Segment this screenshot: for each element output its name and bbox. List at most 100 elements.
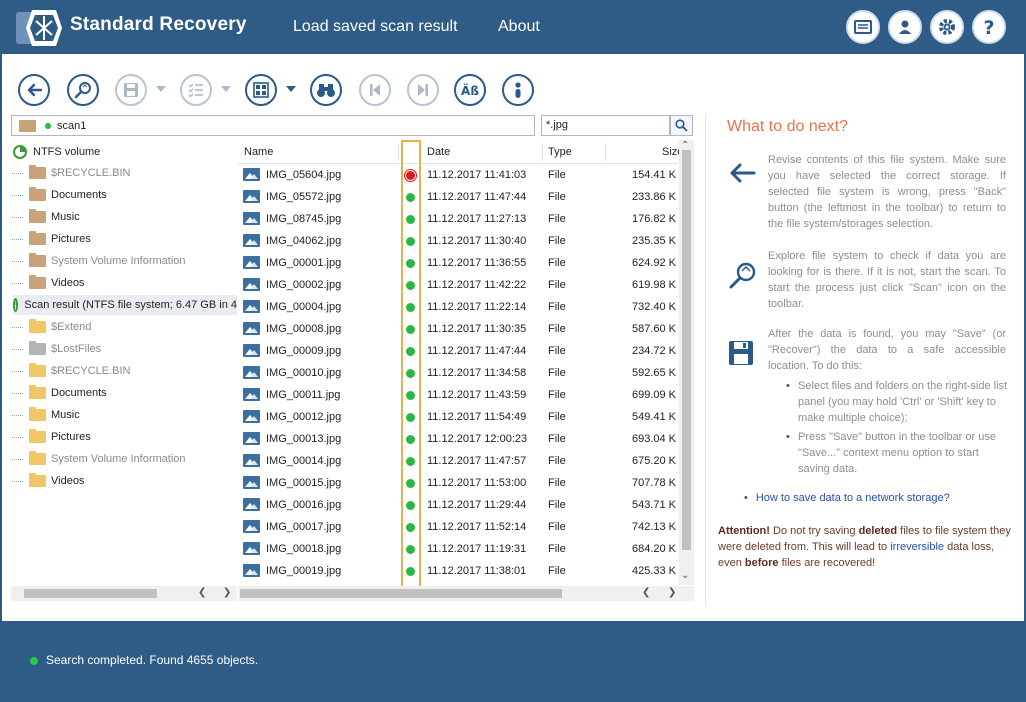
scroll-down-icon[interactable]: ⌄ <box>681 570 689 581</box>
select-button[interactable] <box>180 74 212 106</box>
tree-item-pictures-2[interactable]: Pictures <box>11 427 91 447</box>
tree-item-recycle-bin[interactable]: $RECYCLE.BIN <box>11 163 130 183</box>
scroll-right-icon[interactable]: ❯ <box>223 587 231 598</box>
column-separator[interactable] <box>605 143 606 161</box>
tree-horizontal-scrollbar[interactable]: ❮ ❯ <box>11 586 237 601</box>
view-button[interactable] <box>245 74 277 106</box>
table-row[interactable]: IMG_04062.jpg 11.12.2017 11:30:40 File 235.… <box>238 230 678 252</box>
user-button[interactable] <box>888 10 922 44</box>
recovery-status-icon <box>406 413 415 422</box>
file-list-horizontal-scrollbar[interactable]: ❮ ❯ <box>238 586 694 601</box>
table-row[interactable]: IMG_00009.jpg 11.12.2017 11:47:44 File 234.… <box>238 340 678 362</box>
table-row[interactable]: IMG_08745.jpg 11.12.2017 11:27:13 File 176.… <box>238 208 678 230</box>
previous-button[interactable] <box>359 74 391 106</box>
info-button[interactable] <box>502 74 534 106</box>
table-row[interactable]: IMG_00012.jpg 11.12.2017 11:54:49 File 549.… <box>238 406 678 428</box>
tree-item-music[interactable]: Music <box>11 207 80 227</box>
help-save-step: Press "Save" button in the toolbar or us… <box>786 429 1008 477</box>
tree-item-extend[interactable]: $Extend <box>11 317 91 337</box>
table-row[interactable]: IMG_00008.jpg 11.12.2017 11:30:35 File 587.… <box>238 318 678 340</box>
find-button[interactable] <box>310 74 342 106</box>
network-storage-link-text[interactable]: How to save data to a network storage? <box>756 492 950 504</box>
scroll-left-icon[interactable]: ❮ <box>198 587 206 598</box>
table-row[interactable]: IMG_00001.jpg 11.12.2017 11:36:55 File 624.… <box>238 252 678 274</box>
recovery-status-icon <box>406 457 415 466</box>
image-file-icon <box>243 256 260 269</box>
back-arrow-icon <box>730 163 756 183</box>
column-header-name[interactable]: Name <box>244 146 273 158</box>
tree-item-documents[interactable]: Documents <box>11 185 107 205</box>
scrollbar-thumb[interactable] <box>240 589 562 598</box>
table-row[interactable]: IMG_05572.jpg 11.12.2017 11:47:44 File 233.… <box>238 186 678 208</box>
tree-connector <box>11 437 23 438</box>
tree-connector <box>11 327 23 328</box>
nav-load-saved-scan[interactable]: Load saved scan result <box>293 18 458 36</box>
id-card-button[interactable] <box>846 10 880 44</box>
help-button[interactable]: ? <box>972 10 1006 44</box>
column-separator[interactable] <box>542 143 543 161</box>
column-header-date[interactable]: Date <box>427 146 450 158</box>
save-dropdown-caret[interactable] <box>156 86 166 92</box>
attention-link[interactable]: irreversible <box>890 541 944 553</box>
case-sensitive-button[interactable]: Äß <box>454 74 486 106</box>
scan-button[interactable] <box>67 74 99 106</box>
tree-item-videos-2[interactable]: Videos <box>11 471 84 491</box>
select-dropdown-caret[interactable] <box>221 86 231 92</box>
settings-button[interactable] <box>930 10 964 44</box>
scrollbar-thumb[interactable] <box>682 150 691 550</box>
panel-divider[interactable] <box>705 114 706 606</box>
tree-item-videos[interactable]: Videos <box>11 273 84 293</box>
file-type: File <box>548 345 566 357</box>
file-date: 11.12.2017 12:00:23 <box>427 433 528 445</box>
file-date: 11.12.2017 11:34:58 <box>427 367 527 379</box>
table-row[interactable]: IMG_00014.jpg 11.12.2017 11:47:57 File 675.… <box>238 450 678 472</box>
scroll-left-icon[interactable]: ❮ <box>642 587 650 598</box>
view-dropdown-caret[interactable] <box>286 86 296 92</box>
help-step-explore: Explore file system to check if data you… <box>768 250 1006 310</box>
recovery-status-icon <box>406 501 415 510</box>
tree-item-documents-2[interactable]: Documents <box>11 383 107 403</box>
tree-item-scan-result[interactable]: Scan result (NTFS file system; 6.47 GB i… <box>13 295 237 315</box>
table-row[interactable]: IMG_00018.jpg 11.12.2017 11:19:31 File 684.… <box>238 538 678 560</box>
save-button[interactable] <box>115 74 147 106</box>
table-row[interactable]: IMG_05604.jpg 11.12.2017 11:41:03 File 154.… <box>238 164 678 186</box>
tree-item-recycle-bin-2[interactable]: $RECYCLE.BIN <box>11 361 130 381</box>
tree-item-system-volume-info[interactable]: System Volume Information <box>11 251 186 271</box>
back-button[interactable] <box>18 74 50 106</box>
search-button[interactable] <box>670 115 693 136</box>
tree-item-ntfs-volume[interactable]: NTFS volume <box>13 142 100 162</box>
file-name: IMG_00010.jpg <box>266 367 342 379</box>
table-row[interactable]: IMG_00013.jpg 11.12.2017 12:00:23 File 693.… <box>238 428 678 450</box>
next-button[interactable] <box>407 74 439 106</box>
table-row[interactable]: IMG_00011.jpg 11.12.2017 11:43:59 File 699.… <box>238 384 678 406</box>
image-file-icon <box>243 168 260 181</box>
table-row[interactable]: IMG_00019.jpg 11.12.2017 11:38:01 File 425.… <box>238 560 678 582</box>
table-row[interactable]: IMG_00017.jpg 11.12.2017 11:52:14 File 742.… <box>238 516 678 538</box>
nav-about[interactable]: About <box>498 18 540 36</box>
folder-icon <box>29 341 46 355</box>
table-row[interactable]: IMG_00010.jpg 11.12.2017 11:34:58 File 592.… <box>238 362 678 384</box>
table-row[interactable]: IMG_00002.jpg 11.12.2017 11:42:22 File 619.… <box>238 274 678 296</box>
scrollbar-thumb[interactable] <box>24 589 157 598</box>
file-size: 587.60 K <box>631 323 676 335</box>
tree-item-lostfiles[interactable]: $LostFiles <box>11 339 101 359</box>
scroll-right-icon[interactable]: ❯ <box>668 587 676 598</box>
network-storage-link[interactable]: How to save data to a network storage? <box>744 492 950 504</box>
column-separator[interactable] <box>420 143 421 161</box>
file-list-vertical-scrollbar[interactable]: ⌃ ⌄ <box>679 140 694 585</box>
column-separator[interactable] <box>398 143 399 161</box>
tree-item-pictures[interactable]: Pictures <box>11 229 91 249</box>
column-header-type[interactable]: Type <box>548 146 572 158</box>
table-row[interactable]: IMG_00004.jpg 11.12.2017 11:22:14 File 732.… <box>238 296 678 318</box>
tree-item-music-2[interactable]: Music <box>11 405 80 425</box>
file-date: 11.12.2017 11:22:14 <box>427 301 527 313</box>
file-size: 592.65 K <box>631 367 676 379</box>
search-input[interactable]: *.jpg <box>541 115 670 136</box>
file-date: 11.12.2017 11:29:44 <box>427 499 527 511</box>
tree-item-system-volume-info-2[interactable]: System Volume Information <box>11 449 186 469</box>
table-row[interactable]: IMG_00016.jpg 11.12.2017 11:29:44 File 543.… <box>238 494 678 516</box>
path-bar[interactable]: scan1 <box>11 115 535 136</box>
file-size: 154.41 K <box>631 169 676 181</box>
image-file-icon <box>243 388 260 401</box>
table-row[interactable]: IMG_00015.jpg 11.12.2017 11:53:00 File 707.… <box>238 472 678 494</box>
